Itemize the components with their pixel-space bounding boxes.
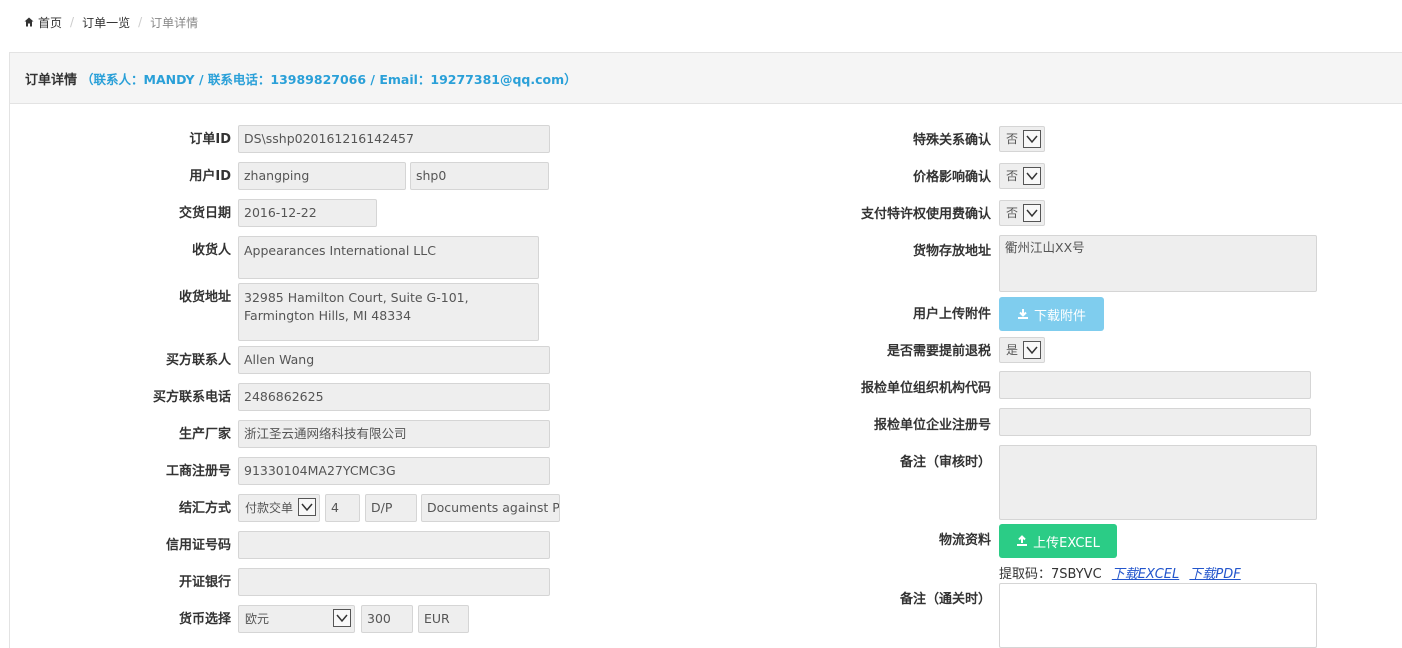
settlement-desc-field[interactable]: Documents against Pa <box>421 494 560 522</box>
special-relation-select[interactable]: 否 <box>999 126 1045 152</box>
royalty-value: 否 <box>1006 206 1019 220</box>
settlement-code-field[interactable]: D/P <box>365 494 417 522</box>
price-effect-label: 价格影响确认 <box>912 170 991 185</box>
pickup-code: 提取码：7SBYVC <box>999 567 1102 582</box>
remark-review-row: 备注（审核时） <box>0 445 1402 520</box>
inspection-org-code-row: 报检单位组织机构代码 <box>0 371 1402 404</box>
special-relation-label: 特殊关系确认 <box>912 133 991 148</box>
upload-excel-label: 上传EXCEL <box>1033 535 1100 551</box>
storage-address-field[interactable]: 衢州江山XX号 <box>999 235 1317 292</box>
download-icon <box>1017 309 1028 319</box>
storage-address-row: 货物存放地址 衢州江山XX号 <box>0 235 1402 292</box>
inspection-reg-no-row: 报检单位企业注册号 <box>0 408 1402 441</box>
panel-header: 订单详情 （联系人：MANDY / 联系电话：13989827066 / Ema… <box>10 53 1402 104</box>
chevron-down-icon <box>1023 130 1041 148</box>
breadcrumb-home[interactable]: 首页 <box>38 14 62 31</box>
tax-refund-value: 是 <box>1006 343 1019 357</box>
inspection-reg-no-field[interactable] <box>999 408 1311 436</box>
breadcrumb: 首页 / 订单一览 / 订单详情 <box>24 13 198 31</box>
remark-review-field[interactable] <box>999 445 1317 520</box>
price-effect-value: 否 <box>1006 169 1019 183</box>
inspection-reg-no-label: 报检单位企业注册号 <box>873 418 991 433</box>
contact-info: （联系人：MANDY / 联系电话：13989827066 / Email：19… <box>81 71 577 87</box>
breadcrumb-separator: / <box>70 15 75 29</box>
pickup-code-line: 提取码：7SBYVC 下载EXCEL 下载PDF <box>999 563 1241 582</box>
attachment-label: 用户上传附件 <box>912 307 991 322</box>
download-attachment-label: 下载附件 <box>1033 308 1086 324</box>
special-relation-row: 特殊关系确认 否 <box>0 126 1402 156</box>
remark-customs-label: 备注（通关时） <box>899 592 991 607</box>
price-effect-row: 价格影响确认 否 <box>0 163 1402 193</box>
remark-customs-field[interactable] <box>999 583 1317 648</box>
settlement-days-field[interactable]: 4 <box>325 494 360 522</box>
upload-icon <box>1017 535 1028 546</box>
tax-refund-label: 是否需要提前退税 <box>886 344 991 359</box>
breadcrumb-order-list[interactable]: 订单一览 <box>82 14 130 31</box>
download-excel-link[interactable]: 下载EXCEL <box>1112 567 1179 582</box>
chevron-down-icon <box>1023 204 1041 222</box>
upload-excel-button[interactable]: 上传EXCEL <box>999 524 1117 558</box>
chevron-down-icon <box>298 498 316 516</box>
chevron-down-icon <box>1023 341 1041 359</box>
royalty-row: 支付特许权使用费确认 否 <box>0 200 1402 230</box>
royalty-label: 支付特许权使用费确认 <box>860 207 991 222</box>
remark-review-label: 备注（审核时） <box>899 455 991 470</box>
breadcrumb-separator: / <box>138 15 143 29</box>
tax-refund-select[interactable]: 是 <box>999 337 1045 363</box>
storage-address-label: 货物存放地址 <box>912 244 991 259</box>
logistics-row: 物流资料 上传EXCEL <box>0 524 1402 558</box>
settlement-select-value: 付款交单 <box>245 501 294 515</box>
inspection-org-code-field[interactable] <box>999 371 1311 399</box>
home-icon <box>24 17 34 27</box>
download-attachment-button[interactable]: 下载附件 <box>999 297 1104 331</box>
inspection-org-code-label: 报检单位组织机构代码 <box>860 381 991 396</box>
special-relation-value: 否 <box>1006 132 1019 146</box>
download-pdf-link[interactable]: 下载PDF <box>1189 567 1240 582</box>
chevron-down-icon <box>1023 167 1041 185</box>
tax-refund-row: 是否需要提前退税 是 <box>0 337 1402 367</box>
price-effect-select[interactable]: 否 <box>999 163 1045 189</box>
royalty-select[interactable]: 否 <box>999 200 1045 226</box>
settlement-select[interactable]: 付款交单 <box>238 494 320 522</box>
attachment-row: 用户上传附件 下载附件 <box>0 297 1402 331</box>
settlement-label: 结汇方式 <box>178 501 231 516</box>
logistics-label: 物流资料 <box>938 533 991 548</box>
breadcrumb-current: 订单详情 <box>150 15 199 30</box>
panel-title: 订单详情 <box>25 72 78 88</box>
